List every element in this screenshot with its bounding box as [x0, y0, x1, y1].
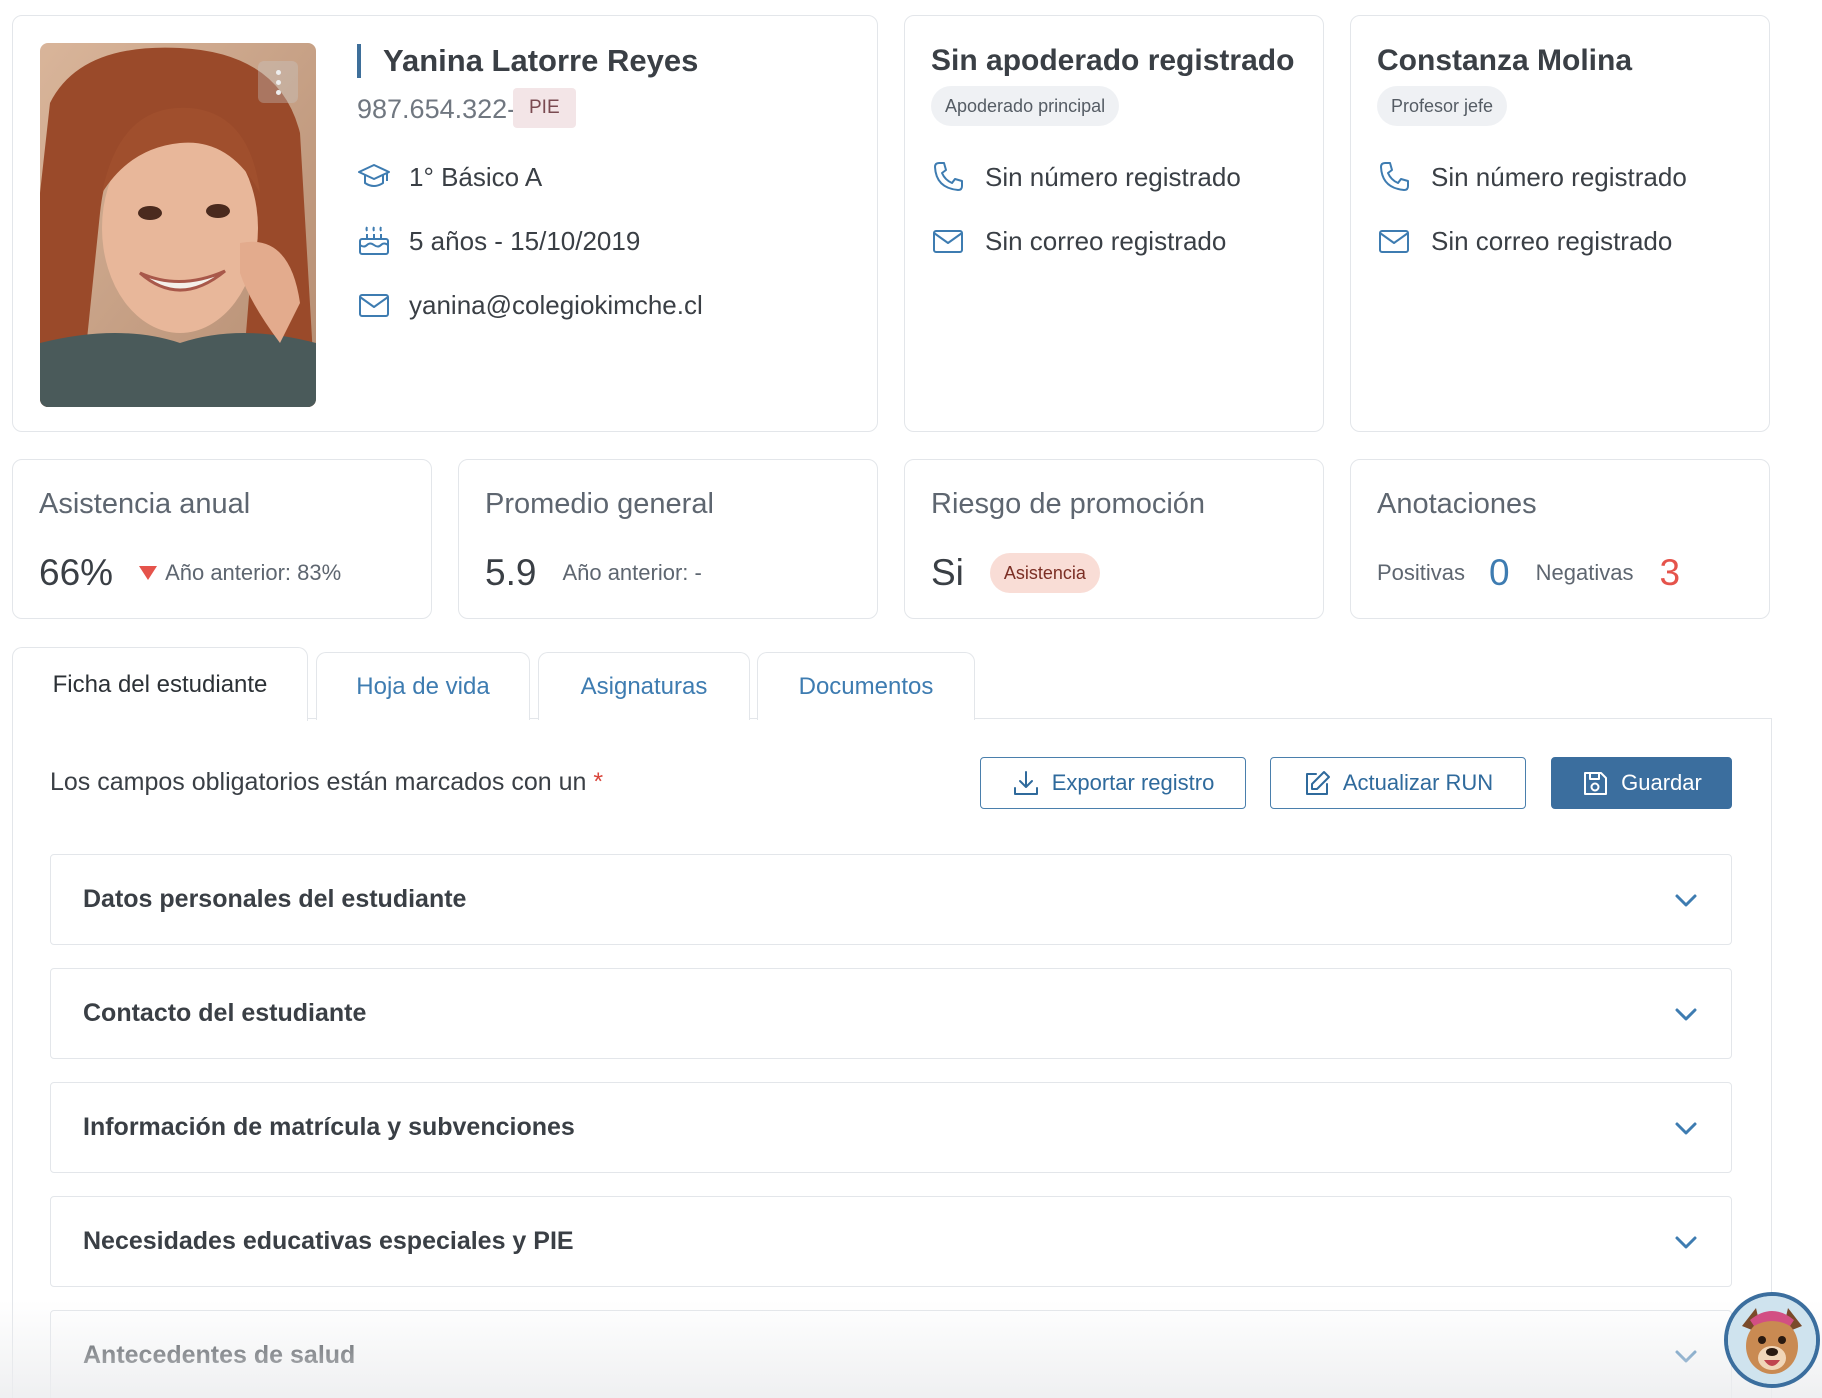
student-birth-row: 5 años - 15/10/2019	[357, 224, 640, 258]
tab-asignaturas[interactable]: Asignaturas	[538, 652, 750, 720]
student-email-row: yanina@colegiokimche.cl	[357, 288, 703, 322]
teacher-phone: Sin número registrado	[1431, 161, 1687, 192]
positive-label: Positivas	[1377, 560, 1466, 585]
teacher-email-row: Sin correo registrado	[1377, 224, 1672, 258]
risk-title: Riesgo de promoción	[931, 488, 1206, 520]
average-previous: Año anterior: -	[562, 560, 702, 585]
guardian-title: Sin apoderado registrado	[931, 44, 1295, 77]
attendance-value: 66%	[39, 552, 114, 593]
guardian-phone-row: Sin número registrado	[931, 160, 1241, 194]
required-fields-note: Los campos obligatorios están marcados c…	[50, 768, 603, 797]
positive-count: 0	[1489, 552, 1510, 593]
chevron-down-icon[interactable]	[1671, 999, 1701, 1029]
required-star: *	[593, 768, 604, 796]
teacher-name: Constanza Molina	[1377, 44, 1633, 77]
more-vertical-icon[interactable]	[258, 61, 298, 103]
student-name: Yanina Latorre Reyes	[357, 44, 698, 78]
export-label: Exportar registro	[1051, 770, 1215, 795]
chevron-down-icon[interactable]	[1671, 1227, 1701, 1257]
tab-documentos[interactable]: Documentos	[757, 652, 975, 720]
trend-down-icon	[139, 566, 158, 580]
download-icon	[1013, 771, 1038, 795]
edit-icon	[1305, 771, 1330, 795]
attendance-card: Asistencia anual 66% Año anterior: 83%	[12, 459, 432, 619]
teacher-email: Sin correo registrado	[1431, 225, 1673, 256]
attendance-previous: Año anterior: 83%	[165, 560, 342, 585]
tab-ficha-estudiante[interactable]: Ficha del estudiante	[12, 647, 308, 721]
negative-count: 3	[1659, 552, 1681, 593]
student-email[interactable]: yanina@colegiokimche.cl	[409, 290, 703, 321]
section-contacto[interactable]: Contacto del estudiante	[50, 968, 1732, 1059]
guardian-card: Sin apoderado registrado Apoderado princ…	[904, 15, 1324, 432]
section-nee-pie[interactable]: Necesidades educativas especiales y PIE	[50, 1196, 1732, 1287]
notes-card: Anotaciones Positivas 0 Negativas 3	[1350, 459, 1770, 619]
attendance-title: Asistencia anual	[39, 488, 251, 520]
chevron-down-icon[interactable]	[1671, 1113, 1701, 1143]
section-title: Información de matrícula y subvenciones	[83, 1113, 575, 1141]
average-row: 5.9 Año anterior: -	[485, 552, 702, 594]
teacher-phone-row: Sin número registrado	[1377, 160, 1687, 194]
risk-row: Si Asistencia	[931, 552, 1100, 594]
required-text: Los campos obligatorios están marcados c…	[50, 768, 587, 796]
student-course-row: 1° Básico A	[357, 160, 542, 194]
mail-icon	[359, 294, 389, 317]
risk-value: Si	[931, 552, 964, 593]
average-title: Promedio general	[485, 488, 714, 520]
mail-icon	[933, 230, 963, 253]
student-card: Yanina Latorre Reyes 987.654.322-K PIE 1…	[12, 15, 878, 432]
update-run-button[interactable]: Actualizar RUN	[1270, 757, 1526, 809]
chevron-down-icon[interactable]	[1671, 1341, 1701, 1371]
update-run-label: Actualizar RUN	[1342, 770, 1494, 795]
chevron-down-icon[interactable]	[1671, 885, 1701, 915]
average-card: Promedio general 5.9 Año anterior: -	[458, 459, 878, 619]
student-rut: 987.654.322-K	[357, 94, 535, 124]
section-title: Antecedentes de salud	[83, 1341, 356, 1369]
section-salud[interactable]: Antecedentes de salud	[50, 1310, 1732, 1398]
average-value: 5.9	[485, 552, 537, 593]
section-title: Contacto del estudiante	[83, 999, 367, 1027]
risk-card: Riesgo de promoción Si Asistencia	[904, 459, 1324, 619]
phone-icon	[1380, 162, 1409, 191]
section-title: Necesidades educativas especiales y PIE	[83, 1227, 574, 1255]
mail-icon	[1379, 230, 1409, 253]
teacher-role-badge: Profesor jefe	[1377, 86, 1508, 126]
student-birth: 5 años - 15/10/2019	[409, 225, 641, 256]
section-datos-personales[interactable]: Datos personales del estudiante	[50, 854, 1732, 945]
save-icon	[1584, 772, 1608, 795]
guardian-role-badge: Apoderado principal	[931, 86, 1120, 126]
guardian-email: Sin correo registrado	[985, 225, 1227, 256]
negative-label: Negativas	[1535, 560, 1634, 585]
section-title: Datos personales del estudiante	[83, 885, 467, 913]
cake-icon	[359, 226, 389, 255]
attendance-row: 66% Año anterior: 83%	[39, 552, 341, 594]
section-matricula[interactable]: Información de matrícula y subvenciones	[50, 1082, 1732, 1173]
phone-icon	[934, 162, 963, 191]
notes-title: Anotaciones	[1377, 488, 1537, 520]
save-button[interactable]: Guardar	[1551, 757, 1732, 809]
graduation-cap-icon	[358, 164, 390, 187]
student-course: 1° Básico A	[409, 161, 543, 192]
guardian-phone: Sin número registrado	[985, 161, 1241, 192]
teacher-card: Constanza Molina Profesor jefe Sin númer…	[1350, 15, 1770, 432]
notes-row: Positivas 0 Negativas 3	[1377, 552, 1680, 594]
risk-badge: Asistencia	[989, 553, 1100, 593]
guardian-email-row: Sin correo registrado	[931, 224, 1226, 258]
export-button[interactable]: Exportar registro	[980, 757, 1246, 809]
student-photo	[40, 43, 316, 407]
tab-hoja-de-vida[interactable]: Hoja de vida	[316, 652, 530, 720]
save-label: Guardar	[1621, 770, 1702, 795]
pie-badge: PIE	[513, 88, 576, 128]
assistant-avatar-button[interactable]	[1724, 1292, 1820, 1388]
dog-avatar-icon	[1728, 1296, 1816, 1384]
